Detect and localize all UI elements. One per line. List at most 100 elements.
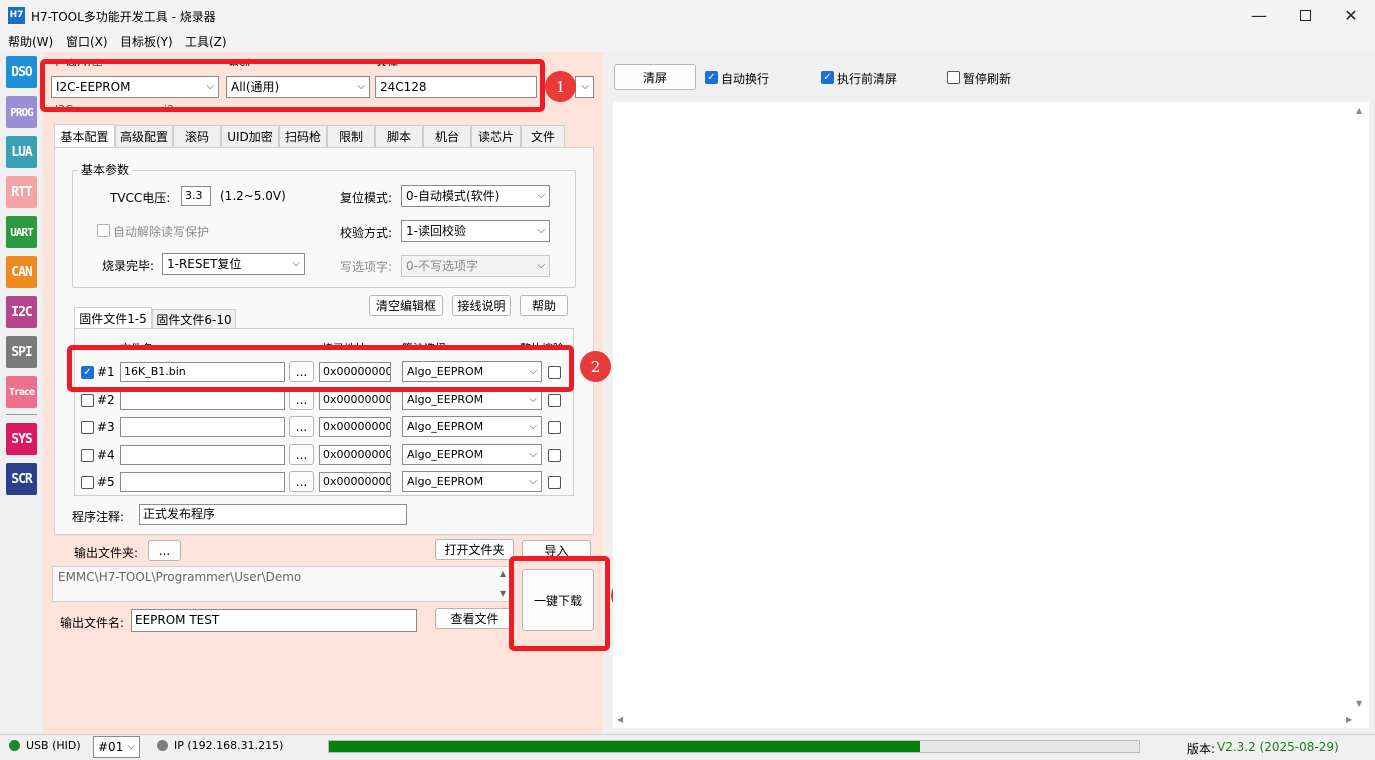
sidebar-item-scr[interactable]: SCR	[6, 463, 37, 495]
version-label: 版本:	[1187, 742, 1216, 756]
file-2-erase-checkbox[interactable]	[548, 394, 561, 407]
open-folder-button[interactable]: 打开文件夹	[435, 539, 514, 560]
file-3-erase-checkbox[interactable]	[548, 421, 561, 434]
clear-editor-button[interactable]: 清空编辑框	[369, 295, 443, 316]
file-3-browse-button[interactable]: ...	[289, 416, 314, 437]
file-3-algo-select[interactable]: Algo_EEPROM ⌵	[402, 416, 542, 437]
auto-wrap-checkbox[interactable]: ✓	[705, 71, 718, 84]
sidebar-item-trace[interactable]: Trace	[6, 376, 37, 408]
file-2-checkbox[interactable]	[81, 394, 94, 407]
device-number-select[interactable]: #01 ⌵	[93, 736, 140, 758]
ip-status: IP (192.168.31.215)	[174, 739, 284, 752]
wiring-button[interactable]: 接线说明	[452, 295, 511, 316]
tvcc-input[interactable]: 3.3	[181, 186, 211, 206]
menu-tools[interactable]: 工具(Z)	[185, 33, 227, 50]
sidebar-item-i2c[interactable]: I2C	[6, 296, 37, 328]
file-3-checkbox[interactable]	[81, 421, 94, 434]
verify-select[interactable]: 1-读回校验 ⌵	[401, 220, 550, 242]
file-5-name[interactable]	[120, 472, 285, 492]
menu-target-board[interactable]: 目标板(Y)	[120, 33, 173, 50]
file-4-name[interactable]	[120, 445, 285, 465]
clear-log-button[interactable]: 清屏	[614, 64, 696, 90]
file-5-erase-checkbox[interactable]	[548, 476, 561, 489]
ip-status-icon	[157, 740, 168, 751]
log-output[interactable]: ▲ ▼ ◀ ▶	[613, 102, 1369, 728]
tvcc-range: (1.2~5.0V)	[220, 189, 286, 203]
sidebar-item-spi[interactable]: SPI	[6, 336, 37, 368]
file-5-id: #5	[97, 475, 115, 489]
done-select[interactable]: 1-RESET复位 ⌵	[162, 253, 305, 275]
auto-unprotect-checkbox[interactable]	[97, 224, 110, 237]
file-4-algo: Algo_EEPROM	[407, 448, 484, 461]
sidebar-item-uart[interactable]: UART	[6, 216, 37, 248]
tab-uid-encrypt[interactable]: UID加密	[221, 125, 279, 147]
file-2-algo-select[interactable]: Algo_EEPROM ⌵	[402, 389, 542, 410]
maximize-button[interactable]	[1282, 0, 1328, 31]
file-4-checkbox[interactable]	[81, 449, 94, 462]
help-button[interactable]: 帮助	[520, 295, 568, 316]
usb-status-icon	[9, 740, 20, 751]
file-row-2: #2 ... 0x00000000 Algo_EEPROM ⌵	[80, 389, 570, 413]
file-4-erase-checkbox[interactable]	[548, 449, 561, 462]
tab-read-chip[interactable]: 读芯片	[471, 125, 521, 147]
file-3-address[interactable]: 0x00000000	[319, 417, 391, 437]
output-path-box[interactable]: EMMC\H7-TOOL\Programmer\User\Demo ▲ ▼	[52, 566, 510, 602]
file-5-browse-button[interactable]: ...	[289, 471, 314, 492]
output-name-input[interactable]: EEPROM TEST	[131, 609, 417, 632]
device-dropdown[interactable]: ⌵	[575, 76, 594, 98]
app-logo-icon: H7	[8, 7, 25, 24]
note-input[interactable]: 正式发布程序	[139, 504, 407, 525]
tab-limit[interactable]: 限制	[327, 125, 375, 147]
sidebar-item-prog[interactable]: PROG	[6, 96, 37, 128]
file-4-browse-button[interactable]: ...	[289, 444, 314, 465]
scroll-right-icon[interactable]: ▶	[1346, 715, 1352, 724]
file-2-name[interactable]	[120, 390, 285, 410]
chevron-down-icon: ⌵	[537, 260, 545, 271]
scroll-up-icon[interactable]: ▲	[1356, 106, 1362, 115]
tab-files-1-5[interactable]: 固件文件1-5	[74, 307, 152, 329]
menu-window[interactable]: 窗口(X)	[66, 33, 108, 50]
tab-script[interactable]: 脚本	[375, 125, 423, 147]
note-label: 程序注释:	[72, 510, 125, 524]
file-2-browse-button[interactable]: ...	[289, 389, 314, 410]
verify-value: 1-读回校验	[406, 224, 466, 238]
sidebar-item-dso[interactable]: DSO	[6, 56, 37, 88]
file-4-address[interactable]: 0x00000000	[319, 445, 391, 465]
tab-machine[interactable]: 机台	[423, 125, 471, 147]
sidebar-item-rtt[interactable]: RTT	[6, 176, 37, 208]
minimize-button[interactable]: —	[1236, 0, 1282, 31]
reset-mode-select[interactable]: 0-自动模式(软件) ⌵	[401, 185, 550, 207]
tab-file[interactable]: 文件	[521, 125, 565, 147]
tab-rolling-code[interactable]: 滚码	[173, 125, 221, 147]
scroll-up-icon[interactable]: ▲	[500, 569, 506, 578]
sidebar-item-sys[interactable]: SYS	[6, 423, 37, 455]
scroll-left-icon[interactable]: ◀	[617, 715, 623, 724]
file-2-address[interactable]: 0x00000000	[319, 390, 391, 410]
minimize-icon: —	[1251, 6, 1267, 25]
sidebar-item-can[interactable]: CAN	[6, 256, 37, 288]
view-file-button[interactable]: 查看文件	[435, 608, 514, 629]
output-path: EMMC\H7-TOOL\Programmer\User\Demo	[58, 570, 302, 584]
scroll-down-icon[interactable]: ▼	[500, 589, 506, 598]
output-folder-browse-button[interactable]: ...	[148, 540, 181, 561]
menu-bar: 帮助(W) 窗口(X) 目标板(Y) 工具(Z)	[0, 31, 1375, 52]
clear-before-run-checkbox[interactable]: ✓	[821, 71, 834, 84]
file-5-address[interactable]: 0x00000000	[319, 472, 391, 492]
file-4-algo-select[interactable]: Algo_EEPROM ⌵	[402, 444, 542, 465]
pause-refresh-checkbox[interactable]	[947, 71, 960, 84]
sidebar-item-lua[interactable]: LUA	[6, 136, 37, 168]
file-5-checkbox[interactable]	[81, 476, 94, 489]
close-button[interactable]: ✕	[1328, 0, 1374, 31]
file-3-name[interactable]	[120, 417, 285, 437]
option-select[interactable]: 0-不写选项字 ⌵	[401, 255, 550, 277]
scroll-down-icon[interactable]: ▼	[1356, 699, 1362, 708]
file-3-algo: Algo_EEPROM	[407, 420, 484, 433]
close-icon: ✕	[1344, 6, 1358, 25]
menu-help[interactable]: 帮助(W)	[8, 33, 53, 50]
done-value: 1-RESET复位	[167, 257, 242, 271]
tab-basic-config[interactable]: 基本配置	[54, 124, 115, 148]
tab-scanner[interactable]: 扫码枪	[279, 125, 327, 147]
file-5-algo-select[interactable]: Algo_EEPROM ⌵	[402, 471, 542, 492]
tab-advanced-config[interactable]: 高级配置	[115, 125, 173, 147]
tab-files-6-10[interactable]: 固件文件6-10	[152, 309, 236, 329]
